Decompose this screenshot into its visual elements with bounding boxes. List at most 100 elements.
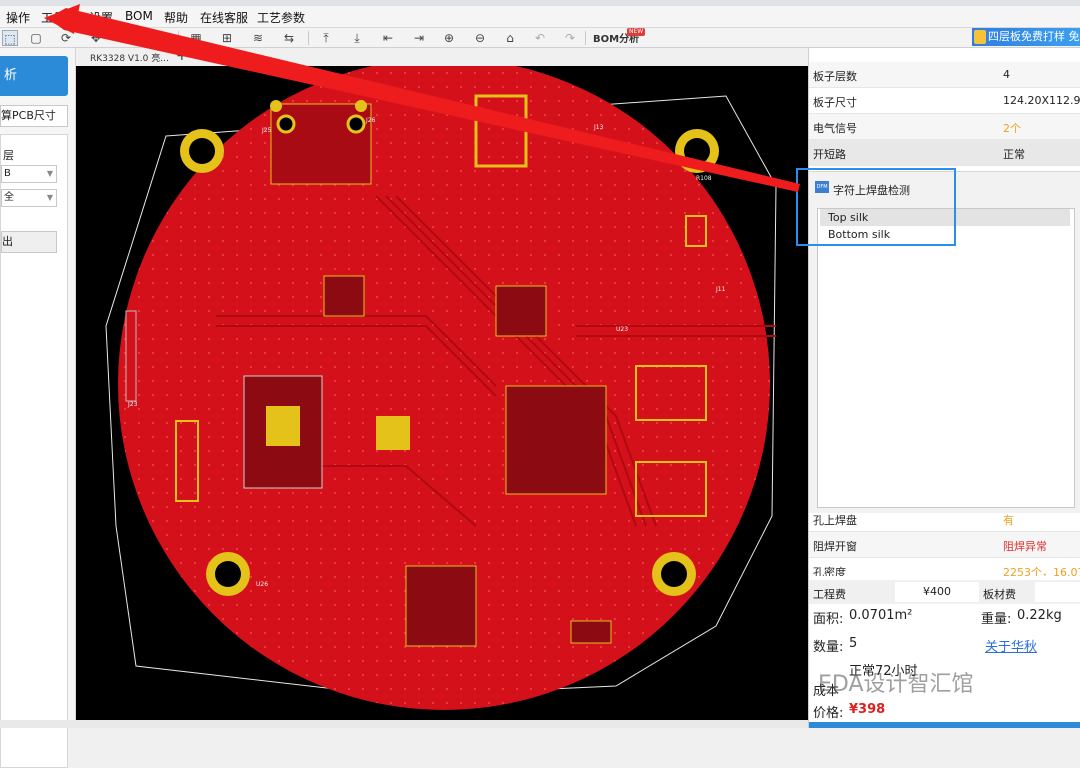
layer-select-value: B: [4, 168, 11, 179]
output-button[interactable]: 出: [1, 231, 57, 253]
calc-pcb-size-button[interactable]: 算PCB尺寸: [0, 105, 68, 127]
menu-settings[interactable]: 设置: [89, 9, 113, 26]
svg-text:J25: J25: [261, 127, 272, 134]
order-button[interactable]: [809, 722, 1080, 728]
zoom-in-icon[interactable]: ⊕: [441, 30, 457, 46]
menu-process-params[interactable]: 工艺参数: [257, 9, 305, 26]
right-panel: 板子层数 4 板子尺寸 124.20X112.91m 电气信号 2个 开短路 正…: [808, 48, 1080, 728]
info-value: 4: [1003, 68, 1010, 81]
document-tab[interactable]: RK3328 V1.0 亮...: [90, 51, 169, 64]
info-value: 124.20X112.91m: [1003, 94, 1080, 107]
area-label: 面积:: [813, 612, 844, 627]
chevron-down-icon: ▼: [46, 193, 53, 202]
left-panel: 析 算PCB尺寸 层 B ▼ 全 ▼ 出: [0, 48, 76, 768]
menu-operate[interactable]: 操作: [6, 9, 30, 26]
promo-banner[interactable]: 四层板免费打样 免费: [972, 28, 1080, 46]
menu-bom[interactable]: BOM: [125, 9, 153, 23]
menu-online-service[interactable]: 在线客服: [200, 9, 248, 26]
svg-text:J23: J23: [127, 401, 138, 408]
list-item-bottom-silk[interactable]: Bottom silk: [820, 226, 1070, 243]
move-icon[interactable]: ✥: [88, 30, 104, 46]
svg-text:U26: U26: [256, 581, 268, 588]
chevron-down-icon: ▼: [46, 169, 53, 178]
right-align-icon[interactable]: ⇥: [411, 30, 427, 46]
svg-text:J13: J13: [593, 124, 604, 131]
price-value: ¥398: [849, 702, 886, 717]
undo-icon[interactable]: ↶: [532, 30, 548, 46]
list-item-top-silk[interactable]: Top silk: [820, 209, 1070, 226]
about-huaqiu-link[interactable]: 关于华秋: [985, 636, 1037, 655]
pcb-board-render: J25 J26 J13 J23 U26 U23 R108 J11: [105, 66, 777, 710]
silk-on-pad-detection-panel: DFM 字符上焊盘检测 Top silk Bottom silk: [809, 171, 1080, 513]
zoom-out-icon[interactable]: ⊖: [472, 30, 488, 46]
gift-icon: [974, 30, 986, 44]
grid-icon[interactable]: ▦: [188, 30, 204, 46]
scope-select-value: 全: [4, 192, 14, 203]
scope-select[interactable]: 全 ▼: [1, 189, 57, 207]
quantity-label: 数量:: [813, 640, 844, 655]
check-row-via-on-pad: 孔上焊盘 有: [809, 506, 1080, 532]
check-value: 有: [1003, 514, 1014, 527]
layer-label: 层: [3, 149, 14, 162]
info-row-size: 板子尺寸 124.20X112.91m: [809, 88, 1080, 114]
info-key: 板子层数: [813, 70, 857, 83]
detection-list: Top silk Bottom silk: [817, 208, 1075, 508]
top-align-icon[interactable]: ⤒: [318, 30, 334, 46]
quantity-value: 5: [849, 636, 858, 651]
menu-help[interactable]: 帮助: [164, 9, 188, 26]
engineering-fee-value: ¥400: [895, 582, 979, 602]
svg-text:J26: J26: [365, 117, 376, 124]
pcb-canvas[interactable]: J25 J26 J13 J23 U26 U23 R108 J11: [76, 66, 808, 720]
weight-value: 0.22kg: [1017, 608, 1062, 623]
box-select-icon[interactable]: ▢: [28, 30, 44, 46]
toolbar-separator: [178, 31, 179, 45]
detection-title: 字符上焊盘检测: [833, 184, 910, 197]
toolbar-separator: [308, 31, 309, 45]
check-key: 阻焊开窗: [813, 540, 857, 553]
redo-icon[interactable]: ↷: [562, 30, 578, 46]
select-icon[interactable]: ⬚: [2, 30, 18, 46]
left-align-icon[interactable]: ⇤: [380, 30, 396, 46]
route-icon[interactable]: ⇆: [281, 30, 297, 46]
svg-text:U23: U23: [616, 326, 628, 333]
analyze-button[interactable]: 析: [0, 56, 68, 96]
layer-select[interactable]: B ▼: [1, 165, 57, 183]
add-tab-button[interactable]: +: [176, 48, 188, 64]
svg-text:J11: J11: [715, 286, 726, 293]
menu-tools[interactable]: 工具(T): [41, 9, 82, 26]
pricing-section: 工程费 ¥400 板材费 面积: 0.0701m² 重量: 0.22kg 数量:…: [809, 576, 1080, 728]
toolbar-separator: [585, 31, 586, 45]
info-key: 板子尺寸: [813, 96, 857, 109]
dfm-icon: DFM: [815, 181, 829, 193]
price-label: 价格:: [813, 706, 844, 721]
weight-label: 重量:: [981, 612, 1012, 627]
document-tab-bar: RK3328 V1.0 亮... +: [76, 48, 808, 66]
info-row-open-short: 开短路 正常: [809, 140, 1080, 166]
material-fee-value: [1035, 582, 1080, 602]
bottom-align-icon[interactable]: ⤓: [349, 30, 365, 46]
check-value: 阻焊异常: [1003, 540, 1047, 553]
info-key: 开短路: [813, 148, 846, 161]
promo-text: 四层板免费打样 免费: [988, 30, 1080, 43]
info-row-signals: 电气信号 2个: [809, 114, 1080, 140]
layers-icon[interactable]: ≋: [250, 30, 266, 46]
area-value: 0.0701m²: [849, 608, 913, 623]
check-key: 孔上焊盘: [813, 514, 857, 527]
engineering-fee-label: 工程费: [813, 588, 846, 601]
rotate-icon[interactable]: ⟳: [58, 30, 74, 46]
info-key: 电气信号: [813, 122, 857, 135]
new-badge: NEW: [627, 28, 646, 36]
fee-row: 工程费 ¥400 板材费: [809, 580, 1080, 604]
material-fee-label: 板材费: [983, 588, 1016, 601]
check-row-solder-mask: 阻焊开窗 阻焊异常: [809, 532, 1080, 558]
toolbar: ⬚ ▢ ⟳ ✥ ▦ ⊞ ≋ ⇆ ⤒ ⤓ ⇤ ⇥ ⊕ ⊖ ⌂ ↶ ↷ BOM分析 …: [0, 28, 1080, 48]
align-left-icon[interactable]: ⊞: [219, 30, 235, 46]
home-icon[interactable]: ⌂: [502, 30, 518, 46]
svg-text:R108: R108: [696, 175, 712, 182]
layer-settings-box: 层 B ▼ 全 ▼ 出: [0, 134, 68, 768]
status-bar: [0, 720, 808, 728]
info-value: 正常: [1003, 148, 1025, 161]
watermark: EDA设计智汇馆: [818, 672, 974, 697]
menu-bar: 操作 工具(T) 设置 BOM 帮助 在线客服 工艺参数: [0, 6, 1080, 28]
info-row-layers: 板子层数 4: [809, 62, 1080, 88]
